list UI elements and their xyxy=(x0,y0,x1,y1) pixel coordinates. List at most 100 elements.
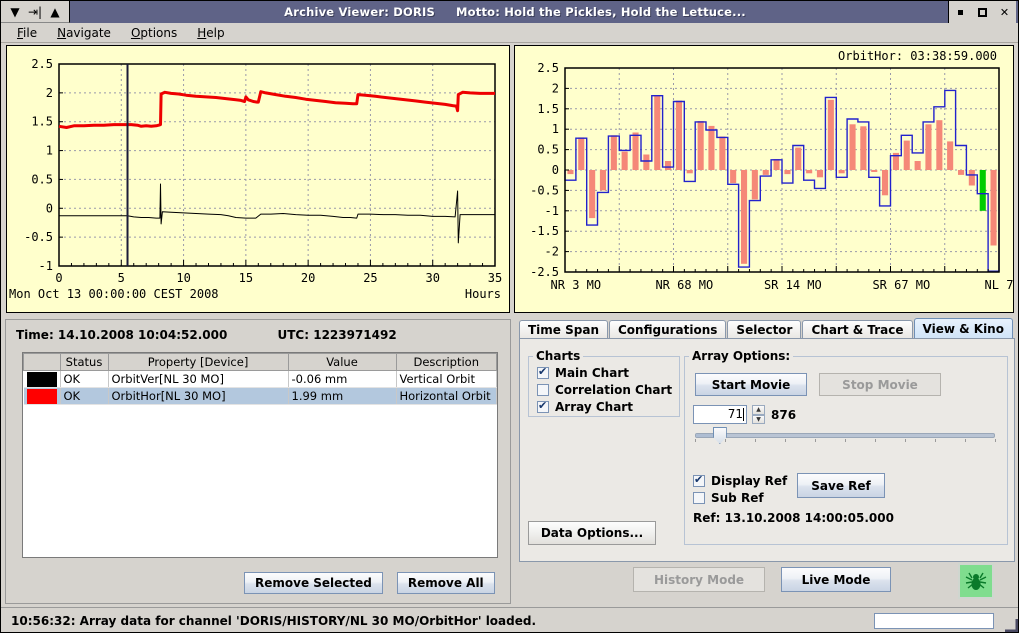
charts-area: -1 -0.5 0 0.5 1 1.5 2 2.5 0 5 10 15 20 25 30 35 Mon Oct … xyxy=(1,43,1018,315)
svg-text:2: 2 xyxy=(46,86,53,100)
display-ref-checkbox[interactable] xyxy=(693,473,705,487)
spider-glyph xyxy=(965,572,987,590)
main-chart[interactable]: -1 -0.5 0 0.5 1 1.5 2 2.5 0 5 10 15 20 25 30 35 Mon Oct … xyxy=(7,46,509,312)
tab-view-kino[interactable]: View & Kino xyxy=(913,318,1013,339)
array-index-spinner[interactable]: 71 ▲ ▼ 876 xyxy=(693,405,796,424)
cell-value: 1.99 mm xyxy=(288,387,397,405)
array-chart-checkbox[interactable] xyxy=(537,399,549,413)
svg-text:NL 7 MO: NL 7 MO xyxy=(985,278,1013,292)
cell-status: OK xyxy=(60,370,109,388)
svg-text:NR 3 MO: NR 3 MO xyxy=(551,278,602,292)
array-chart-panel[interactable]: OrbitHor: 03:38:59.000 -2.5 -2 -1.5 -1 -0.5 0 0… xyxy=(514,45,1014,313)
array-index-field[interactable]: 71 xyxy=(693,405,747,424)
spinner-arrows[interactable]: ▲ ▼ xyxy=(752,405,765,424)
svg-text:1: 1 xyxy=(552,122,559,136)
checkbox-array-chart[interactable]: Array Chart xyxy=(537,399,679,414)
array-slider[interactable] xyxy=(695,427,996,444)
trace-color-swatch[interactable] xyxy=(23,387,61,405)
svg-text:10: 10 xyxy=(176,271,190,285)
stop-movie-button[interactable]: Stop Movie xyxy=(819,373,941,396)
tab-configurations[interactable]: Configurations xyxy=(609,320,727,339)
menu-file[interactable]: File xyxy=(7,25,47,41)
cell-description: Vertical Orbit xyxy=(396,370,497,388)
tab-panel-view-kino: Charts Main Chart Correlation Chart Arra… xyxy=(519,338,1015,562)
data-options-button[interactable]: Data Options... xyxy=(528,521,656,545)
start-movie-button[interactable]: Start Movie xyxy=(695,373,807,396)
svg-text:30: 30 xyxy=(425,271,439,285)
correlation-chart-checkbox[interactable] xyxy=(537,384,549,396)
resize-grip-icon[interactable] xyxy=(1004,618,1018,632)
status-bar: 10:56:32: Array data for channel 'DORIS/… xyxy=(1,607,1018,632)
menu-options[interactable]: Options xyxy=(121,25,187,41)
column-header-property[interactable]: Property [Device] xyxy=(107,353,289,371)
spinner-up-icon[interactable]: ▲ xyxy=(752,405,765,415)
svg-text:SR 14 MO: SR 14 MO xyxy=(764,278,822,292)
eject-icon[interactable]: ▲ xyxy=(47,4,63,20)
spider-icon[interactable] xyxy=(958,563,994,599)
slider-ticks xyxy=(695,438,996,444)
column-header-color[interactable] xyxy=(23,353,61,371)
window-menu-buttons[interactable]: ▼ ⇥| ▲ xyxy=(1,1,70,23)
properties-pane: Time: 14.10.2008 10:04:52.000 UTC: 12239… xyxy=(5,319,511,604)
time-readout: Time: 14.10.2008 10:04:52.000 UTC: 12239… xyxy=(16,328,397,342)
tab-time-span[interactable]: Time Span xyxy=(519,320,608,339)
table-row[interactable]: OK OrbitHor[NL 30 MO] 1.99 mm Horizontal Or… xyxy=(23,387,497,405)
spinner-down-icon[interactable]: ▼ xyxy=(752,414,765,424)
svg-text:SR 67 MO: SR 67 MO xyxy=(872,278,930,292)
progress-field[interactable] xyxy=(874,613,994,629)
properties-table-wrapper[interactable]: Status Property [Device] Value Descripti… xyxy=(22,352,498,558)
column-header-description[interactable]: Description xyxy=(395,353,497,371)
live-mode-button[interactable]: Live Mode xyxy=(781,567,891,592)
menu-navigate[interactable]: Navigate xyxy=(47,25,121,41)
history-mode-button[interactable]: History Mode xyxy=(633,567,765,592)
tab-selector[interactable]: Selector xyxy=(727,320,802,339)
properties-table[interactable]: Status Property [Device] Value Descripti… xyxy=(23,353,497,555)
checkbox-correlation-chart[interactable]: Correlation Chart xyxy=(537,383,679,397)
checkbox-main-chart[interactable]: Main Chart xyxy=(537,365,679,380)
main-chart-checkbox[interactable] xyxy=(537,365,549,379)
minimize-icon[interactable] xyxy=(954,6,967,19)
time-label: Time: 14.10.2008 10:04:52.000 xyxy=(16,328,228,342)
save-ref-button[interactable]: Save Ref xyxy=(797,473,885,498)
sub-ref-checkbox[interactable] xyxy=(693,492,705,504)
charts-group-legend: Charts xyxy=(536,349,581,363)
close-icon[interactable]: ✕ xyxy=(998,6,1011,19)
properties-table-body: OK OrbitVer[NL 30 MO] -0.06 mm Vertical Orb… xyxy=(23,370,497,555)
svg-text:0.5: 0.5 xyxy=(31,172,53,186)
svg-text:2: 2 xyxy=(552,81,559,95)
svg-text:2.5: 2.5 xyxy=(537,61,559,75)
array-chart[interactable]: OrbitHor: 03:38:59.000 -2.5 -2 -1.5 -1 -0.5 0 0… xyxy=(515,46,1013,312)
movie-buttons: Start Movie Stop Movie xyxy=(695,373,941,396)
tab-chart-trace[interactable]: Chart & Trace xyxy=(802,320,913,339)
sub-ref-label: Sub Ref xyxy=(711,491,764,505)
table-row[interactable]: OK OrbitVer[NL 30 MO] -0.06 mm Vertical Orb… xyxy=(23,370,497,388)
tab-icon[interactable]: ⇥| xyxy=(27,4,43,20)
menu-help[interactable]: Help xyxy=(187,25,234,41)
svg-text:Hours: Hours xyxy=(465,287,501,301)
collapse-icon[interactable]: ▼ xyxy=(7,4,23,20)
archive-viewer-window: ▼ ⇥| ▲ Archive Viewer: DORIS Motto: Hold… xyxy=(0,0,1019,633)
svg-text:0: 0 xyxy=(46,201,53,215)
window-title-main: Archive Viewer: DORIS xyxy=(284,5,435,19)
svg-text:-1: -1 xyxy=(545,204,559,218)
svg-text:20: 20 xyxy=(301,271,315,285)
table-empty-row xyxy=(23,404,497,555)
remove-selected-button[interactable]: Remove Selected xyxy=(244,572,383,594)
svg-text:0: 0 xyxy=(55,271,62,285)
display-ref-label: Display Ref xyxy=(711,474,788,488)
tab-strip: Time Span Configurations Selector Chart & T… xyxy=(519,318,1015,339)
svg-text:-1: -1 xyxy=(39,259,53,273)
column-header-status[interactable]: Status xyxy=(59,353,109,371)
remove-all-button[interactable]: Remove All xyxy=(396,572,495,594)
trace-color-swatch[interactable] xyxy=(23,370,61,388)
window-controls: ✕ xyxy=(948,1,1016,23)
cell-status: OK xyxy=(60,387,109,405)
maximize-icon[interactable] xyxy=(976,6,989,19)
svg-text:35: 35 xyxy=(488,271,502,285)
status-message: 10:56:32: Array data for channel 'DORIS/… xyxy=(11,614,537,628)
svg-text:-1.5: -1.5 xyxy=(530,224,559,238)
main-chart-panel[interactable]: -1 -0.5 0 0.5 1 1.5 2 2.5 0 5 10 15 20 25 30 35 Mon Oct … xyxy=(6,45,510,313)
column-header-value[interactable]: Value xyxy=(287,353,397,371)
svg-text:15: 15 xyxy=(239,271,253,285)
svg-text:NR 68 MO: NR 68 MO xyxy=(655,278,713,292)
